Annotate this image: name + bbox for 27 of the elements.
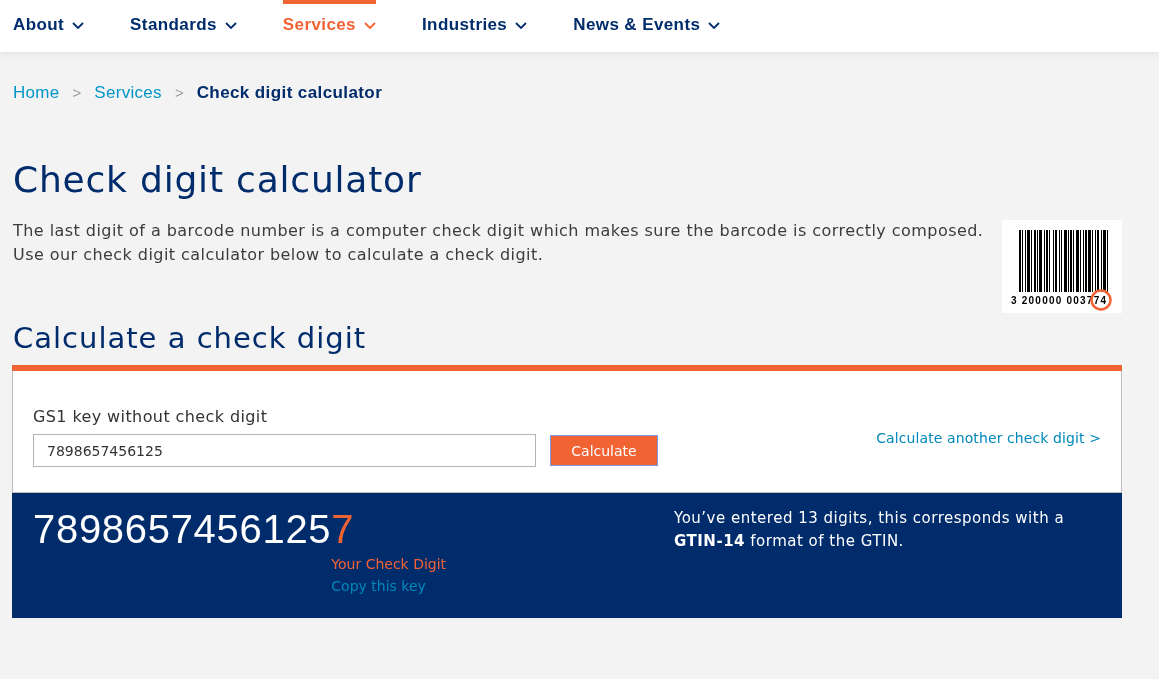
nav-menu-item[interactable]: News & Events [573,0,721,52]
chevron-down-icon [364,21,376,29]
breadcrumb-current-page: Check digit calculator [196,82,383,104]
chevron-down-icon [515,21,528,29]
field-label: GS1 key without check digit [33,406,268,428]
nav-menu-item[interactable]: Industries [422,0,528,52]
check-digit-text: 7 [331,506,355,553]
breadcrumb-link[interactable]: Home [13,81,60,105]
chevron-down-icon [224,21,237,29]
breadcrumb-separator: > [72,83,82,103]
breadcrumb-link[interactable]: Services [94,81,162,105]
page-title: Check digit calculator [12,158,423,202]
check-digit-label: Your Check Digit [331,555,447,574]
result-key-text: 7898657456125 [33,506,332,553]
copy-key-link[interactable]: Copy this key [331,576,426,596]
calculate-another-link[interactable]: Calculate another check digit > [876,428,1101,448]
chevron-down-icon [72,21,85,29]
result-message-text: You’ve entered 13 digits, this corresponds with a GTIN-14 format of the GTIN. [674,508,1066,552]
calculate-button[interactable]: Calculate [550,435,658,466]
chevron-down-icon [708,21,721,29]
section-heading: Calculate a check digit [12,320,368,356]
nav-menu-item[interactable]: Standards [130,0,237,52]
gs1-key-input[interactable]: 7898657456125 [33,434,536,467]
breadcrumb-separator: > [174,83,184,103]
nav-menu-item[interactable]: Services [282,0,376,52]
nav-menu-item[interactable]: About [13,0,85,52]
intro-paragraph: The last digit of a barcode number is a computer check digit which makes sure the barcode is correctly composed. Use our check digit calculator below to calculate a check digit. [12,220,985,266]
